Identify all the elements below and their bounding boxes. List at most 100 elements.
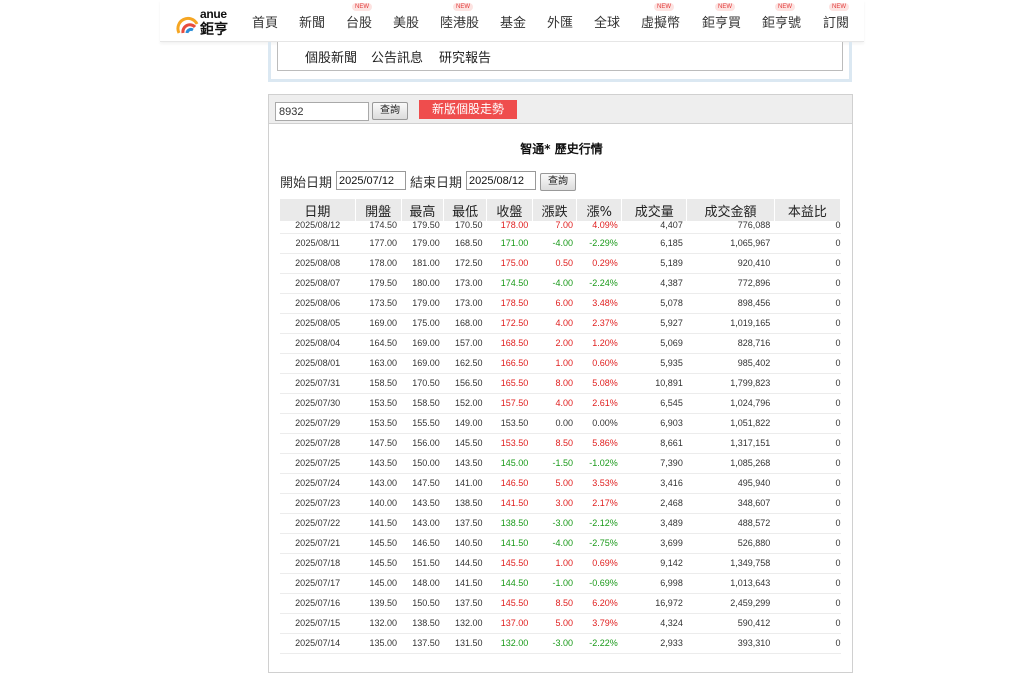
table-cell: 179.50 xyxy=(355,273,402,294)
table-cell: 985,402 xyxy=(686,353,775,374)
start-date-input[interactable] xyxy=(336,171,406,190)
stock-subnav: 個股新聞 公告訊息 研究報告 xyxy=(277,42,843,71)
table-cell: 2.37% xyxy=(576,313,622,334)
nav-label: 首頁 xyxy=(252,16,279,31)
announcement-link[interactable]: 公告訊息 xyxy=(371,47,423,66)
table-cell: 2025/07/28 xyxy=(280,433,356,454)
table-cell: 145.50 xyxy=(355,533,402,554)
nav-label: 新聞 xyxy=(299,16,326,31)
table-cell: 144.50 xyxy=(443,553,487,574)
table-row: 2025/08/11 177.00 179.00 168.50 171.00 -4.00-… xyxy=(280,233,841,254)
table-cell: 0.00% xyxy=(576,413,622,434)
table-cell: 145.00 xyxy=(486,453,533,474)
column-header: 成交量 xyxy=(621,199,688,221)
stock-news-link[interactable]: 個股新聞 xyxy=(305,47,357,66)
table-row: 2025/08/05 169.00 175.00 168.00 172.50 4.00 2.… xyxy=(280,313,841,334)
table-cell: 6,545 xyxy=(621,393,687,414)
table-cell: 170.50 xyxy=(443,221,487,234)
table-cell: 2025/08/12 xyxy=(280,221,356,234)
table-row: 2025/07/14 135.00 137.50 131.50 132.00 -3.00-… xyxy=(280,633,841,654)
search-query-button[interactable]: 查詢 xyxy=(372,102,408,120)
table-row: 2025/07/15 132.00 138.50 132.00 137.00 5.00 3.… xyxy=(280,613,841,634)
table-cell: 6.00 xyxy=(532,293,577,314)
table-cell: 0 xyxy=(774,333,841,354)
table-cell: 8.00 xyxy=(532,373,577,394)
table-cell: 0 xyxy=(774,533,841,554)
table-cell: 1.00 xyxy=(532,353,577,374)
table-cell: 174.50 xyxy=(486,273,533,294)
table-cell: -2.29% xyxy=(576,233,622,254)
table-cell: 0.50 xyxy=(532,253,577,274)
table-cell: 0 xyxy=(774,473,841,494)
table-cell: 2025/07/31 xyxy=(280,373,356,394)
table-cell: 3,699 xyxy=(621,533,687,554)
table-cell: -4.00 xyxy=(532,533,577,554)
table-cell: 153.50 xyxy=(355,413,402,434)
table-cell: 172.50 xyxy=(486,313,533,334)
table-cell: 0 xyxy=(774,453,841,474)
table-row: 2025/07/28 147.50 156.00 145.50 153.50 8.50 5.… xyxy=(280,433,841,454)
table-cell: 2025/07/23 xyxy=(280,493,356,514)
table-cell: 393,310 xyxy=(686,633,775,654)
stock-code-input[interactable] xyxy=(275,102,369,121)
table-cell: 2025/08/05 xyxy=(280,313,356,334)
table-cell: 178.00 xyxy=(486,221,533,234)
column-header: 日期 xyxy=(280,199,356,221)
new-stock-trend-button[interactable]: 新版個股走勢 xyxy=(419,100,517,119)
table-cell: 0 xyxy=(774,573,841,594)
anue-logo[interactable]: anue 鉅亨 xyxy=(176,6,236,38)
table-cell: 2.00 xyxy=(532,333,577,354)
table-cell: -3.00 xyxy=(532,513,577,534)
nav-label: 訂閱 xyxy=(823,16,850,31)
table-row: 2025/08/06 173.50 179.00 173.00 178.50 6.00 3.… xyxy=(280,293,841,314)
table-cell: 1,065,967 xyxy=(686,233,775,254)
table-cell: 157.50 xyxy=(486,393,533,414)
table-cell: 140.50 xyxy=(443,533,487,554)
research-report-link[interactable]: 研究報告 xyxy=(439,47,491,66)
table-cell: 2025/08/11 xyxy=(280,233,356,254)
table-cell: 4,387 xyxy=(621,273,687,294)
table-cell: 144.50 xyxy=(486,573,533,594)
table-cell: 6.20% xyxy=(576,593,622,614)
table-cell: 137.00 xyxy=(486,613,533,634)
table-cell: 0 xyxy=(774,613,841,634)
table-cell: 152.00 xyxy=(443,393,487,414)
table-cell: 2025/08/04 xyxy=(280,333,356,354)
table-cell: 156.50 xyxy=(443,373,487,394)
table-cell: 3,489 xyxy=(621,513,687,534)
table-cell: 526,880 xyxy=(686,533,775,554)
table-cell: 4.00 xyxy=(532,393,577,414)
table-cell: 0 xyxy=(774,313,841,334)
table-cell: 1,019,165 xyxy=(686,313,775,334)
table-cell: 2025/08/01 xyxy=(280,353,356,374)
table-cell: 143.00 xyxy=(355,473,402,494)
table-cell: 137.50 xyxy=(401,633,444,654)
stock-subnav-frame: 個股新聞 公告訊息 研究報告 xyxy=(268,42,852,82)
brand-name-zh: 鉅亨 xyxy=(200,22,228,38)
table-cell: 158.50 xyxy=(401,393,444,414)
table-cell: 138.50 xyxy=(443,493,487,514)
table-cell: 165.50 xyxy=(486,373,533,394)
table-cell: 5,078 xyxy=(621,293,687,314)
table-cell: 145.00 xyxy=(355,573,402,594)
table-cell: 1,024,796 xyxy=(686,393,775,414)
table-cell: 146.50 xyxy=(486,473,533,494)
table-cell: 1,349,758 xyxy=(686,553,775,574)
table-cell: 2,468 xyxy=(621,493,687,514)
table-cell: 168.00 xyxy=(443,313,487,334)
table-cell: 157.00 xyxy=(443,333,487,354)
nav-label: 全球 xyxy=(594,16,621,31)
table-cell: 2.61% xyxy=(576,393,622,414)
table-cell: 920,410 xyxy=(686,253,775,274)
end-date-input[interactable] xyxy=(466,171,536,190)
column-header: 本益比 xyxy=(774,199,842,221)
table-cell: 3.79% xyxy=(576,613,622,634)
table-cell: -4.00 xyxy=(532,273,577,294)
table-cell: 170.50 xyxy=(401,373,444,394)
table-cell: 153.50 xyxy=(355,393,402,414)
table-row: 2025/07/21 145.50 146.50 140.50 141.50 -4.00-… xyxy=(280,533,841,554)
table-cell: 0 xyxy=(774,233,841,254)
table-row: 2025/07/22 141.50 143.00 137.50 138.50 -3.00-… xyxy=(280,513,841,534)
date-query-button[interactable]: 查詢 xyxy=(540,173,576,191)
table-cell: 140.00 xyxy=(355,493,402,514)
